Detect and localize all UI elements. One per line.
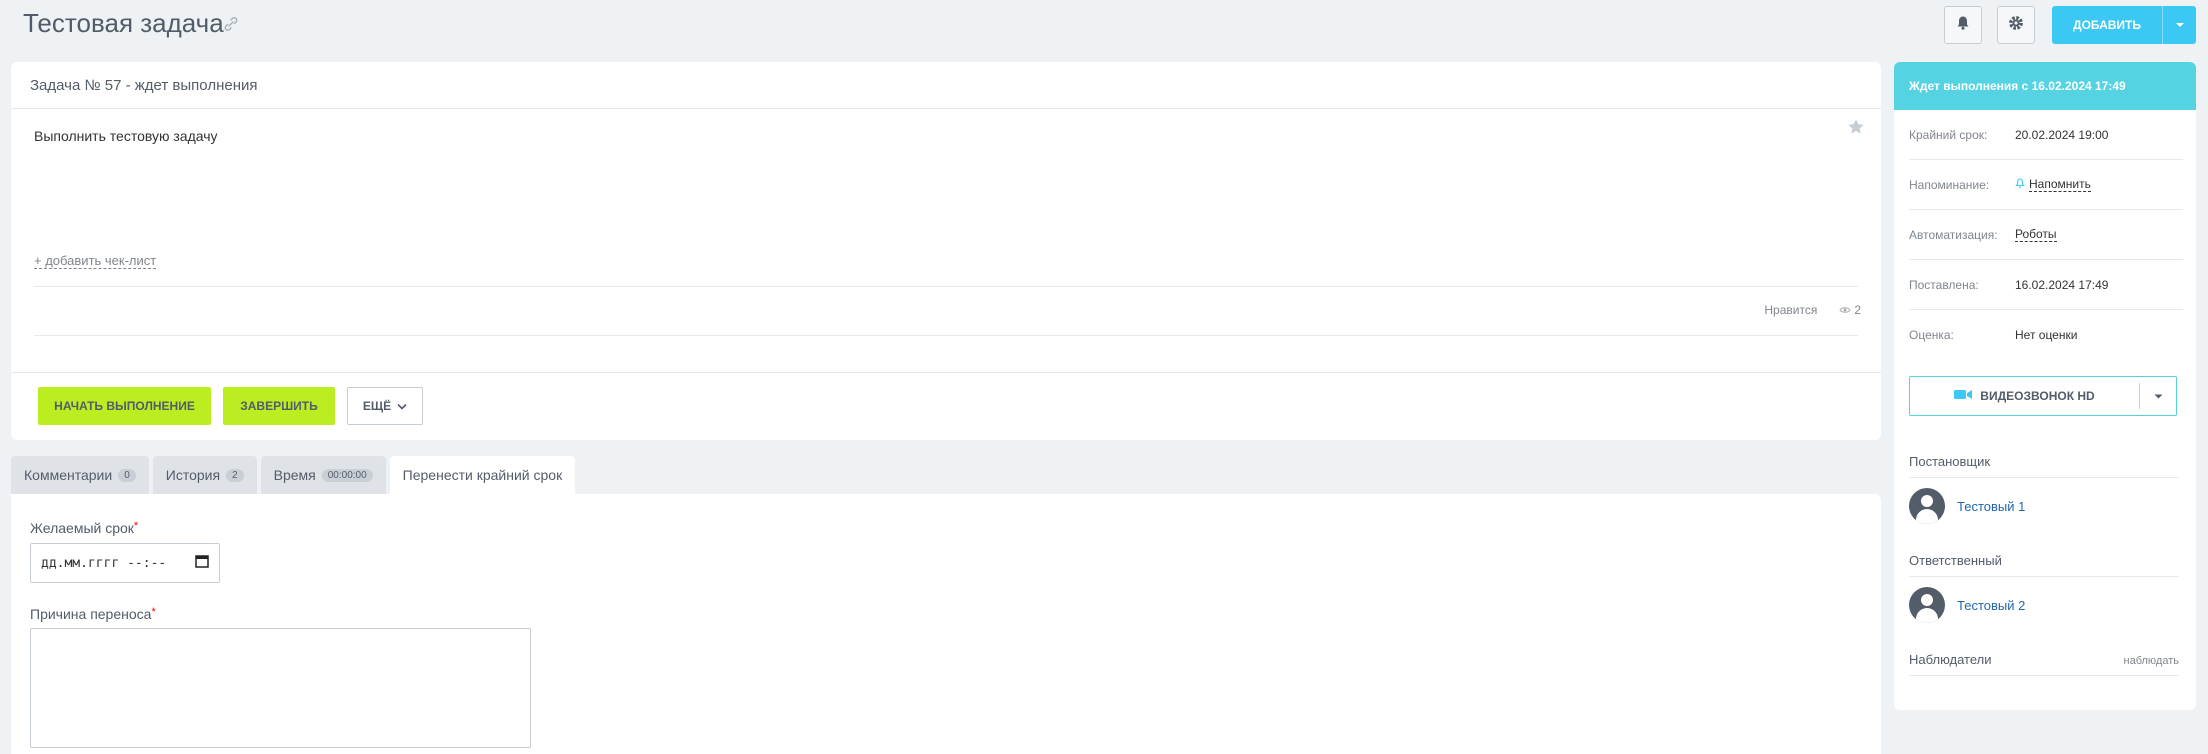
responsible-section-title: Ответственный bbox=[1909, 553, 2179, 577]
date-label-text: Желаемый срок bbox=[30, 520, 134, 536]
reminder-row: Напоминание: Напомнить bbox=[1909, 160, 2183, 210]
more-label: ЕЩЁ bbox=[362, 399, 392, 413]
link-icon[interactable] bbox=[221, 14, 241, 34]
divider bbox=[34, 286, 1858, 287]
like-row: Нравится 2 bbox=[11, 303, 1861, 317]
deadline-value[interactable]: 20.02.2024 19:00 bbox=[2015, 128, 2108, 142]
avatar bbox=[1909, 587, 1945, 623]
deadline-date-input[interactable]: дд.мм.гггг --:-- bbox=[30, 543, 220, 583]
status-banner: Ждет выполнения с 16.02.2024 17:49 bbox=[1894, 62, 2196, 110]
reason-label-text: Причина переноса bbox=[30, 606, 152, 622]
required-mark: * bbox=[151, 606, 156, 618]
video-camera-icon bbox=[1954, 389, 1973, 403]
add-checklist-link[interactable]: + добавить чек-лист bbox=[34, 253, 157, 269]
row-key: Напоминание: bbox=[1909, 177, 1990, 192]
reason-label: Причина переноса* bbox=[30, 606, 156, 622]
video-call-button[interactable]: ВИДЕОЗВОНОК HD bbox=[1909, 376, 2177, 416]
observers-title: Наблюдатели bbox=[1909, 652, 1992, 667]
rating-row: Оценка: Нет оценки bbox=[1909, 310, 2183, 360]
add-button-label: ДОБАВИТЬ bbox=[2073, 18, 2141, 32]
tab-label: История bbox=[165, 467, 221, 483]
page-title: Тестовая задача bbox=[23, 8, 224, 38]
remind-label: Напомнить bbox=[2029, 177, 2091, 192]
robots-link[interactable]: Роботы bbox=[2015, 227, 2057, 242]
reason-textarea[interactable] bbox=[30, 628, 531, 748]
responsible-name[interactable]: Тестовый 2 bbox=[1957, 598, 2025, 613]
automation-row: Автоматизация: Роботы bbox=[1909, 210, 2183, 260]
task-card: Задача № 57 - ждет выполнения Выполнить … bbox=[11, 62, 1881, 440]
calendar-icon[interactable] bbox=[195, 554, 209, 572]
task-heading: Задача № 57 - ждет выполнения bbox=[11, 62, 1881, 109]
rating-value[interactable]: Нет оценки bbox=[2015, 328, 2077, 342]
video-call-label: ВИДЕОЗВОНОК HD bbox=[1980, 389, 2095, 403]
views-count: 2 bbox=[1854, 303, 1861, 317]
tab-reschedule[interactable]: Перенести крайний срок bbox=[389, 456, 576, 494]
like-link[interactable]: Нравится bbox=[1764, 303, 1817, 317]
creator-section-title: Постановщик bbox=[1909, 454, 2179, 478]
required-mark: * bbox=[133, 520, 139, 532]
tab-count: 2 bbox=[226, 468, 244, 482]
task-actions: НАЧАТЬ ВЫПОЛНЕНИЕ ЗАВЕРШИТЬ ЕЩЁ bbox=[11, 372, 1881, 440]
avatar bbox=[1909, 488, 1945, 524]
more-button[interactable]: ЕЩЁ bbox=[347, 387, 423, 425]
tab-history[interactable]: История 2 bbox=[152, 456, 257, 494]
creator-name[interactable]: Тестовый 1 bbox=[1957, 499, 2025, 514]
eye-icon bbox=[1839, 303, 1851, 317]
creator-person[interactable]: Тестовый 1 bbox=[1909, 488, 2025, 524]
responsible-title: Ответственный bbox=[1909, 553, 2002, 568]
date-placeholder: дд.мм.гггг --:-- bbox=[41, 555, 167, 571]
page-header: Тестовая задача ДОБАВИТЬ bbox=[0, 0, 2208, 52]
tab-count: 00:00:00 bbox=[321, 468, 373, 482]
row-key: Поставлена: bbox=[1909, 277, 1979, 292]
deadline-row: Крайний срок: 20.02.2024 19:00 bbox=[1909, 110, 2183, 160]
chevron-down-icon[interactable] bbox=[2140, 394, 2176, 399]
settings-button[interactable] bbox=[1997, 6, 2035, 44]
chevron-down-icon[interactable] bbox=[2163, 22, 2196, 28]
video-call-main[interactable]: ВИДЕОЗВОНОК HD bbox=[1910, 389, 2139, 403]
gear-icon bbox=[2007, 14, 2025, 37]
bell-icon bbox=[1955, 15, 1971, 36]
tab-comments[interactable]: Комментарии 0 bbox=[11, 456, 149, 494]
tab-time[interactable]: Время 00:00:00 bbox=[260, 456, 386, 494]
views-counter: 2 bbox=[1839, 303, 1861, 317]
created-value: 16.02.2024 17:49 bbox=[2015, 277, 2109, 292]
reschedule-panel: Желаемый срок* дд.мм.гггг --:-- Причина … bbox=[11, 494, 1881, 754]
chevron-down-icon bbox=[397, 399, 407, 413]
date-label: Желаемый срок* bbox=[30, 520, 138, 536]
add-checklist-label: + добавить чек-лист bbox=[34, 253, 157, 269]
row-key: Автоматизация: bbox=[1909, 227, 1998, 242]
tab-label: Перенести крайний срок bbox=[402, 467, 563, 483]
task-description: Выполнить тестовую задачу bbox=[34, 128, 218, 144]
remind-link[interactable]: Напомнить bbox=[2015, 177, 2091, 192]
tab-label: Комментарии bbox=[24, 467, 113, 483]
start-task-button[interactable]: НАЧАТЬ ВЫПОЛНЕНИЕ bbox=[38, 387, 211, 425]
bell-icon bbox=[2015, 177, 2025, 192]
observers-section-title: Наблюдатели наблюдать bbox=[1909, 652, 2179, 676]
notifications-button[interactable] bbox=[1944, 6, 1982, 44]
created-row: Поставлена: 16.02.2024 17:49 bbox=[1909, 260, 2183, 310]
star-icon[interactable] bbox=[1847, 118, 1867, 138]
task-tabs: Комментарии 0 История 2 Время 00:00:00 П… bbox=[11, 456, 576, 494]
tab-count: 0 bbox=[118, 468, 136, 482]
row-key: Оценка: bbox=[1909, 328, 1954, 342]
tab-label: Время bbox=[273, 467, 316, 483]
observe-link[interactable]: наблюдать bbox=[2124, 655, 2180, 667]
add-button[interactable]: ДОБАВИТЬ bbox=[2052, 6, 2196, 44]
responsible-person[interactable]: Тестовый 2 bbox=[1909, 587, 2025, 623]
row-key: Крайний срок: bbox=[1909, 127, 1988, 142]
task-sidebar: Ждет выполнения с 16.02.2024 17:49 Крайн… bbox=[1894, 62, 2196, 710]
creator-title: Постановщик bbox=[1909, 454, 1991, 469]
divider bbox=[34, 335, 1858, 336]
finish-task-button[interactable]: ЗАВЕРШИТЬ bbox=[223, 387, 335, 425]
